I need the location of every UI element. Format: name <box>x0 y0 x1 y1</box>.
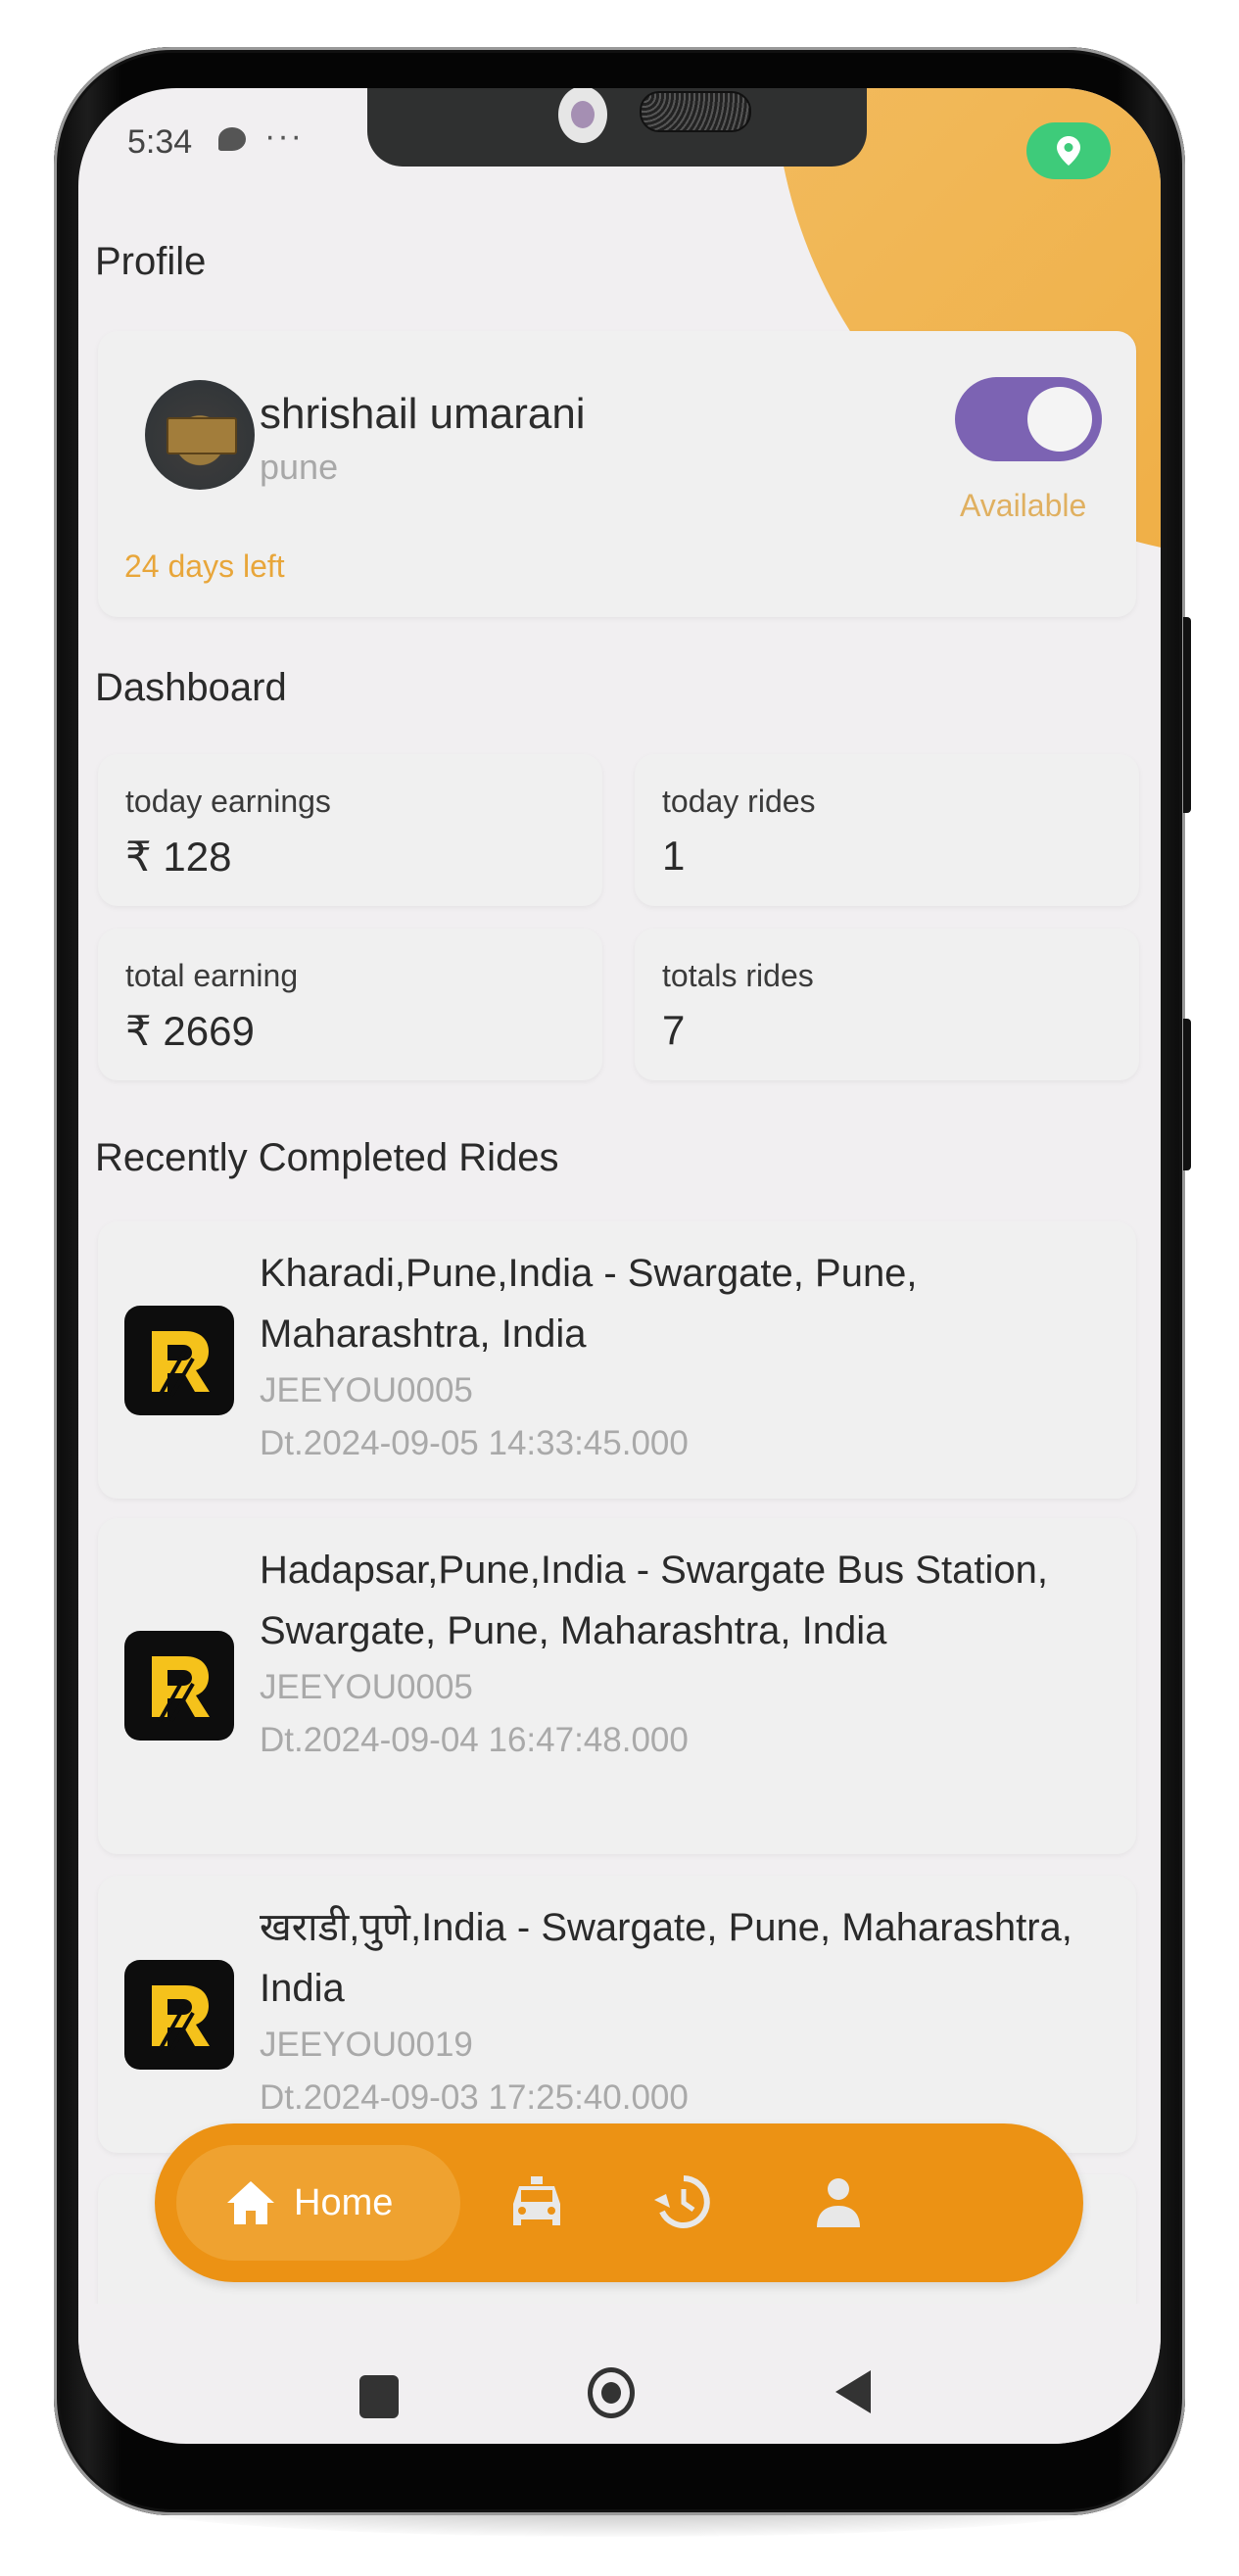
home-system-dot <box>601 2382 621 2404</box>
days-left: 24 days left <box>124 549 285 584</box>
avatar[interactable] <box>145 380 255 490</box>
profile-title: Profile <box>95 240 207 283</box>
stat-value: ₹ 2669 <box>125 1008 255 1054</box>
ride-card[interactable]: Kharadi,Pune,India - Swargate, Pune, Mah… <box>98 1221 1136 1499</box>
stat-card-today-earnings: today earnings ₹ 128 <box>98 754 602 906</box>
ride-date: Dt.2024-09-04 16:47:48.000 <box>260 1721 689 1759</box>
toggle-knob <box>1027 387 1092 452</box>
back-button[interactable] <box>835 2370 871 2413</box>
person-icon[interactable] <box>809 2172 868 2231</box>
availability-toggle[interactable] <box>955 377 1102 461</box>
ride-date: Dt.2024-09-05 14:33:45.000 <box>260 1424 689 1462</box>
stat-value: ₹ 128 <box>125 834 232 880</box>
ride-route: Hadapsar,Pune,India - Swargate Bus Stati… <box>260 1549 1048 1652</box>
stat-value: 7 <box>662 1007 686 1053</box>
stat-card-total-rides: totals rides 7 <box>635 929 1139 1080</box>
ride-logo-icon <box>124 1631 234 1741</box>
system-nav-bar <box>78 2341 1161 2439</box>
volume-button <box>1183 617 1191 813</box>
ride-code: JEEYOU0005 <box>260 1668 473 1706</box>
home-icon <box>227 2181 274 2224</box>
ride-card[interactable]: Hadapsar,Pune,India - Swargate Bus Stati… <box>98 1518 1136 1854</box>
history-icon[interactable] <box>654 2172 713 2231</box>
ride-code: JEEYOU0005 <box>260 1371 473 1409</box>
taxi-icon[interactable] <box>507 2172 566 2231</box>
availability-label: Available <box>960 488 1087 523</box>
recents-button[interactable] <box>359 2375 399 2418</box>
home-system-button[interactable] <box>588 2367 635 2418</box>
ride-route: Kharadi,Pune,India - Swargate, Pune, Mah… <box>260 1252 918 1356</box>
screen: 5:34 ··· Profile shrishail umarani pune … <box>78 88 1161 2444</box>
camera-icon <box>558 88 607 143</box>
stat-label: today rides <box>662 784 816 819</box>
stat-card-today-rides: today rides 1 <box>635 754 1139 906</box>
speaker-grille <box>640 91 751 132</box>
ride-logo-icon <box>124 1306 234 1415</box>
power-button <box>1183 1019 1191 1170</box>
bottom-nav: Home <box>155 2123 1083 2282</box>
more-dots-icon: ··· <box>264 118 304 155</box>
stat-label: totals rides <box>662 958 814 993</box>
stat-label: today earnings <box>125 784 331 819</box>
stat-label: total earning <box>125 958 299 993</box>
location-icon <box>1026 122 1111 179</box>
nav-home[interactable]: Home <box>176 2145 460 2261</box>
ride-code: JEEYOU0019 <box>260 2026 473 2064</box>
ride-date: Dt.2024-09-03 17:25:40.000 <box>260 2078 689 2117</box>
status-time: 5:34 <box>127 123 193 161</box>
driver-city: pune <box>260 447 339 487</box>
message-icon <box>218 127 246 151</box>
ride-card[interactable]: खराडी,पुणे,India - Swargate, Pune, Mahar… <box>98 1876 1136 2153</box>
stat-card-total-earning: total earning ₹ 2669 <box>98 929 602 1080</box>
profile-card: shrishail umarani pune Available 24 days… <box>98 331 1136 617</box>
nav-home-label: Home <box>294 2181 394 2223</box>
ride-logo-icon <box>124 1960 234 2070</box>
ride-route: खराडी,पुणे,India - Swargate, Pune, Mahar… <box>260 1906 1072 2010</box>
driver-name: shrishail umarani <box>260 390 586 438</box>
recent-rides-title: Recently Completed Rides <box>95 1136 559 1179</box>
dashboard-title: Dashboard <box>95 666 287 709</box>
stat-value: 1 <box>662 833 686 879</box>
camera-notch <box>367 88 867 167</box>
